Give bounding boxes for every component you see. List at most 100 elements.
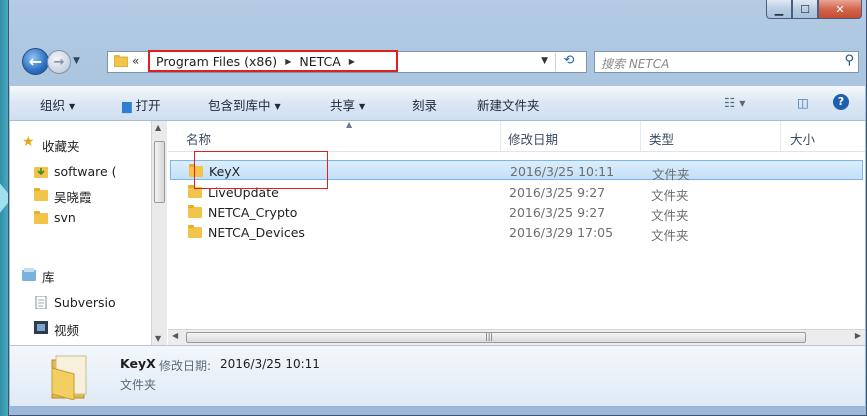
include-library-menu[interactable]: 包含到库中 ▼ — [208, 95, 281, 114]
details-file-name: KeyX — [120, 356, 156, 371]
minimize-icon: ▁ — [774, 2, 784, 16]
caption-buttons: ▁ ☐ ✕ — [766, 0, 862, 19]
arrow-right-icon: → — [53, 54, 65, 70]
arrow-left-icon: ← — [28, 52, 43, 71]
breadcrumb-overflow[interactable]: « — [132, 54, 139, 68]
chevron-down-icon: ▼ — [739, 99, 746, 108]
search-placeholder: 搜索 NETCA — [601, 57, 670, 71]
sidebar-item-library[interactable]: 库 — [22, 267, 55, 286]
sort-ascending-icon: ▲ — [346, 120, 353, 129]
column-header-row: ▲ 名称 修改日期 类型 大小 — [168, 120, 865, 152]
burn-button[interactable]: 刻录 — [412, 95, 437, 114]
view-options-button[interactable]: ☷ ▼ — [724, 95, 745, 110]
navigation-pane[interactable]: ★ 收藏夹 software ( 吴晓霞 svn 库 Subversio 视频 … — [10, 121, 167, 345]
column-divider[interactable] — [780, 121, 781, 151]
breadcrumb-separator-icon[interactable]: ▶ — [285, 57, 291, 66]
breadcrumb-item-program-files[interactable]: Program Files (x86) — [156, 54, 277, 69]
scroll-down-icon[interactable]: ▼ — [155, 334, 161, 343]
new-folder-button[interactable]: 新建文件夹 — [477, 95, 540, 114]
file-date: 2016/3/25 10:11 — [510, 164, 615, 179]
document-icon — [35, 296, 47, 309]
maximize-button[interactable]: ☐ — [792, 0, 818, 19]
close-button[interactable]: ✕ — [818, 0, 862, 19]
chevron-down-icon: ▼ — [73, 56, 80, 66]
table-row[interactable]: NETCA_Crypto 2016/3/25 9:27 文件夹 — [170, 202, 863, 223]
scroll-left-icon[interactable]: ◀ — [172, 331, 178, 340]
horizontal-scrollbar[interactable]: ◀ ||| ▶ — [168, 329, 865, 345]
sidebar-item-favorites[interactable]: ★ 收藏夹 — [22, 134, 80, 155]
file-name: NETCA_Crypto — [208, 205, 298, 220]
file-list: ▲ 名称 修改日期 类型 大小 KeyX 2016/3/25 10:11 文件夹… — [168, 120, 865, 345]
chevron-down-icon: ▼ — [274, 102, 281, 111]
folder-icon — [34, 211, 48, 224]
view-list-icon: ☷ — [724, 95, 736, 110]
sidebar-item-subversion[interactable]: Subversio — [35, 295, 116, 310]
maximize-icon: ☐ — [800, 2, 810, 16]
file-type: 文件夹 — [652, 167, 690, 182]
sidebar-item-svn[interactable]: svn — [34, 210, 76, 225]
grip-icon: ||| — [485, 332, 494, 341]
library-icon — [22, 268, 36, 281]
refresh-button[interactable]: ⟲ — [555, 53, 582, 71]
refresh-icon: ⟲ — [563, 53, 575, 68]
folder-icon — [114, 55, 128, 67]
sidebar-item-user[interactable]: 吴晓霞 — [34, 187, 92, 206]
title-bar: ▁ ☐ ✕ — [9, 0, 866, 44]
column-header-type[interactable]: 类型 — [649, 129, 674, 148]
file-date: 2016/3/25 9:27 — [509, 205, 606, 220]
column-header-name[interactable]: 名称 — [186, 129, 211, 148]
open-button[interactable]: ▆ 打开 — [122, 95, 161, 114]
table-row[interactable]: NETCA_Devices 2016/3/29 17:05 文件夹 — [170, 222, 863, 243]
file-date: 2016/3/29 17:05 — [509, 225, 614, 240]
highlight-annotation-box — [194, 151, 328, 189]
sidebar-item-videos[interactable]: 视频 — [34, 320, 79, 339]
recent-pages-dropdown[interactable]: ▼ — [73, 56, 80, 66]
scrollbar-thumb[interactable]: ||| — [186, 332, 806, 343]
close-icon: ✕ — [835, 2, 845, 16]
help-button[interactable]: ? — [833, 93, 849, 110]
folder-large-icon — [51, 355, 87, 400]
scroll-right-icon[interactable]: ▶ — [855, 331, 861, 340]
preview-pane-icon: ◫ — [797, 95, 809, 110]
chevron-down-icon: ▼ — [69, 102, 76, 111]
search-input[interactable]: 搜索 NETCA ⚲ — [594, 51, 859, 73]
back-button[interactable]: ← — [22, 48, 49, 75]
organize-menu[interactable]: 组织 ▼ — [40, 95, 75, 114]
help-icon: ? — [833, 94, 849, 110]
details-pane: KeyX 修改日期: 2016/3/25 10:11 文件夹 — [10, 345, 865, 406]
column-header-size[interactable]: 大小 — [790, 129, 815, 148]
minimize-button[interactable]: ▁ — [766, 0, 792, 19]
share-menu[interactable]: 共享 ▼ — [330, 95, 365, 114]
file-type: 文件夹 — [651, 228, 689, 243]
video-icon — [34, 321, 48, 334]
details-file-type: 文件夹 — [120, 378, 157, 392]
details-modified-label: 修改日期: — [159, 359, 212, 373]
downloads-folder-icon — [34, 167, 48, 178]
column-divider[interactable] — [640, 121, 641, 151]
scroll-up-icon[interactable]: ▲ — [155, 123, 161, 132]
command-bar: 组织 ▼ ▆ 打开 包含到库中 ▼ 共享 ▼ 刻录 新建文件夹 ☷ ▼ ◫ ? — [10, 86, 865, 121]
breadcrumb-item-netca[interactable]: NETCA — [299, 54, 340, 69]
address-dropdown-icon[interactable]: ▼ — [541, 56, 548, 66]
column-header-date[interactable]: 修改日期 — [508, 129, 558, 148]
details-modified-value: 2016/3/25 10:11 — [220, 357, 320, 371]
address-bar[interactable]: « Program Files (x86) ▶ NETCA ▶ ▼ ⟲ — [107, 50, 587, 73]
folder-icon — [34, 188, 48, 201]
preview-pane-button[interactable]: ◫ — [797, 95, 809, 110]
star-icon: ★ — [22, 134, 35, 150]
column-divider[interactable] — [500, 121, 501, 151]
file-name: NETCA_Devices — [208, 225, 305, 240]
breadcrumb-separator-icon[interactable]: ▶ — [349, 57, 355, 66]
search-icon[interactable]: ⚲ — [844, 53, 854, 68]
sidebar-item-software[interactable]: software ( — [34, 164, 117, 179]
open-folder-icon: ▆ — [122, 98, 132, 113]
main-area: ★ 收藏夹 software ( 吴晓霞 svn 库 Subversio 视频 … — [10, 120, 865, 345]
sidebar-scrollbar[interactable]: ▲ ▼ — [151, 121, 167, 345]
folder-icon — [188, 205, 202, 218]
navigation-bar: ← → ▼ « Program Files (x86) ▶ NETCA ▶ ▼ … — [9, 44, 866, 80]
chevron-down-icon: ▼ — [359, 102, 366, 111]
folder-icon — [188, 225, 202, 238]
breadcrumb: Program Files (x86) ▶ NETCA ▶ — [148, 50, 398, 72]
forward-button[interactable]: → — [47, 50, 71, 74]
scrollbar-thumb[interactable] — [154, 141, 165, 203]
